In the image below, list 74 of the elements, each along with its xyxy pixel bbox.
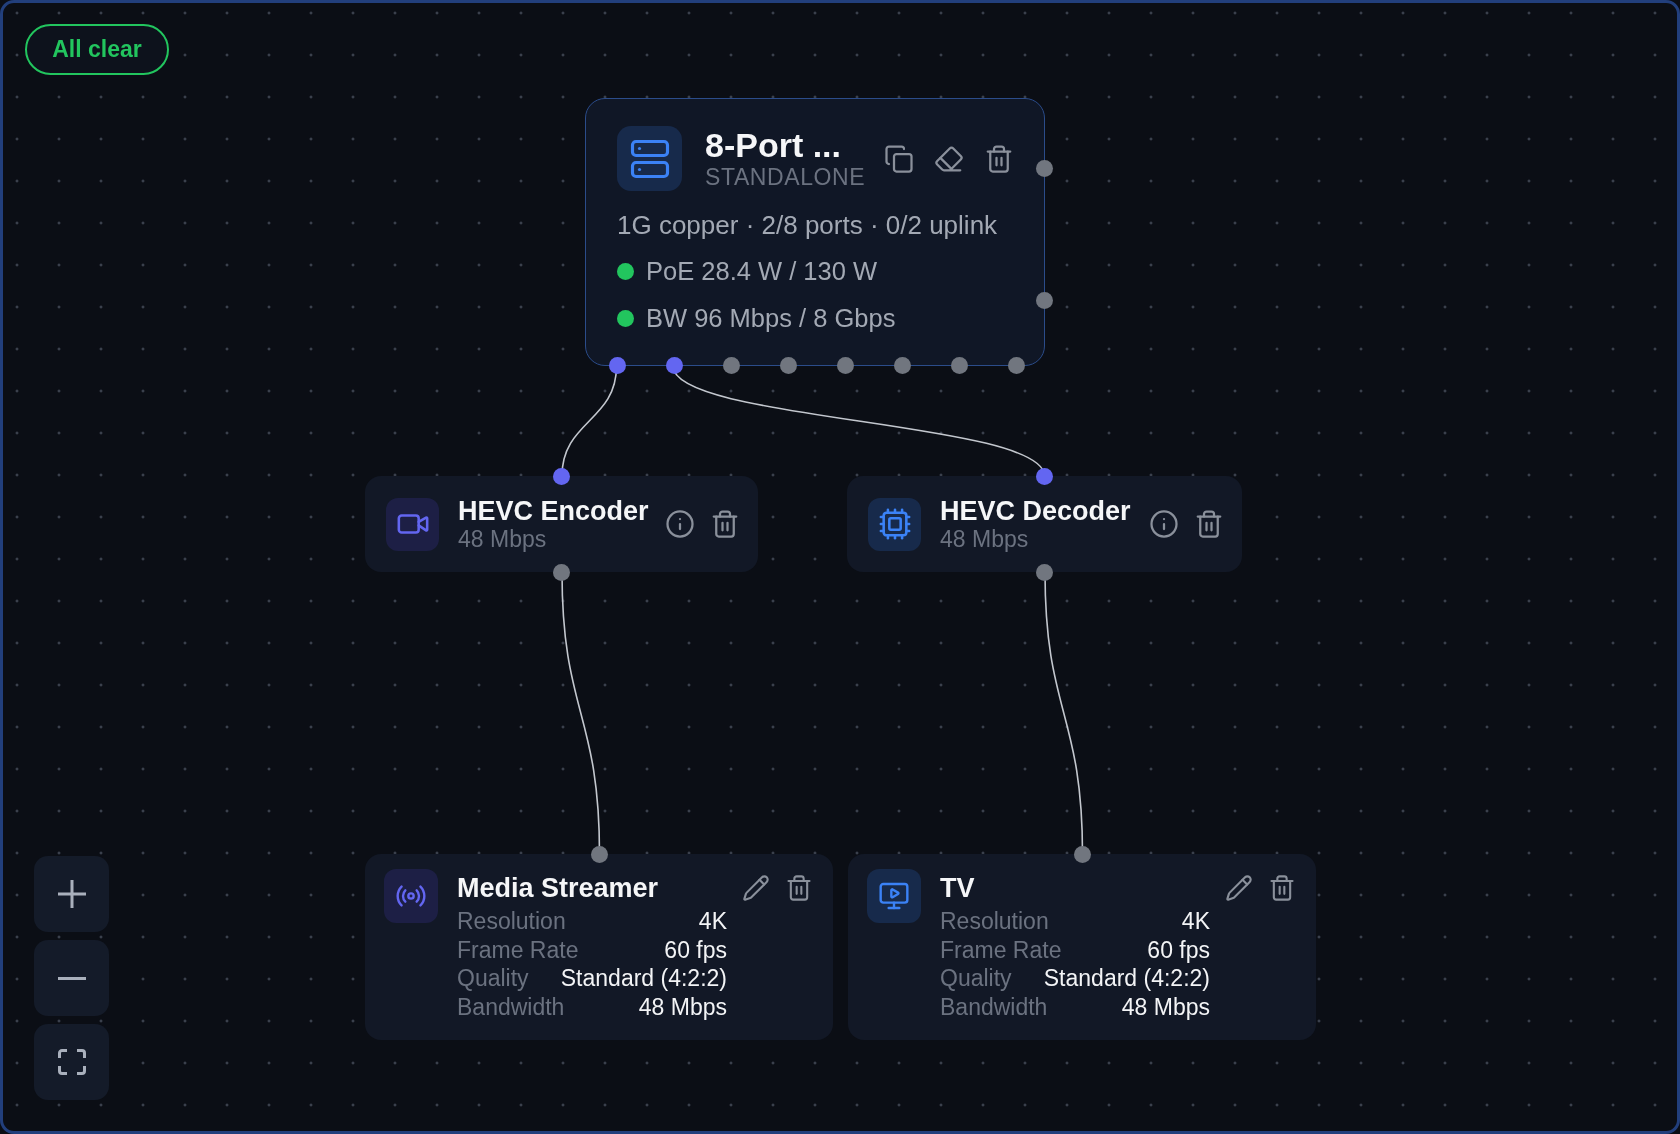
edit-button[interactable]	[1225, 874, 1253, 902]
chip-icon	[868, 497, 921, 551]
info-icon	[1149, 509, 1179, 539]
spec-label: Bandwidth	[457, 992, 565, 1021]
edit-button[interactable]	[742, 874, 770, 902]
video-camera-icon	[386, 497, 439, 551]
connection-handle[interactable]	[893, 356, 911, 374]
spec-label: Frame Rate	[457, 935, 579, 964]
meter-text: BW 96 Mbps / 8 Gbps	[646, 303, 896, 333]
spec-value: 60 fps	[664, 935, 727, 964]
spec-label: Resolution	[457, 907, 566, 936]
status-badge: All clear	[25, 24, 169, 75]
connection-handle[interactable]	[665, 356, 683, 374]
connection-handle[interactable]	[1036, 467, 1053, 485]
node-title: Media Streamer	[457, 873, 659, 903]
bitrate-text: 48 Mbps	[940, 526, 1029, 552]
pencil-icon	[742, 874, 770, 902]
delete-button[interactable]	[710, 509, 740, 539]
minus-icon	[57, 976, 86, 980]
connection-handle[interactable]	[1036, 563, 1053, 581]
spec-value: Standard (4:2:2)	[1043, 964, 1210, 993]
duplicate-button[interactable]	[884, 143, 914, 174]
connection-handle[interactable]	[1007, 356, 1025, 374]
server-icon	[617, 126, 682, 191]
info-icon	[665, 509, 695, 539]
connection-handle[interactable]	[608, 356, 626, 374]
info-button[interactable]	[1149, 509, 1179, 539]
spec-label: Quality	[457, 964, 529, 993]
connection-handle[interactable]	[779, 356, 797, 374]
trash-icon	[1268, 874, 1296, 902]
connection-handle[interactable]	[950, 356, 968, 374]
node-title: HEVC Encoder	[458, 496, 649, 526]
connection-handle[interactable]	[836, 356, 854, 374]
spec-value: 60 fps	[1147, 935, 1210, 964]
spec-label: Quality	[940, 964, 1012, 993]
connection-handle[interactable]	[1073, 845, 1091, 863]
monitor-play-icon	[867, 869, 921, 923]
spec-value: 4K	[698, 907, 727, 936]
spec-label: Resolution	[940, 907, 1049, 936]
zoom-in-button[interactable]	[34, 856, 109, 932]
connection-handle[interactable]	[590, 845, 608, 863]
frame-corners-icon	[57, 1049, 86, 1075]
spec-label: Bandwidth	[940, 992, 1048, 1021]
connection-handle[interactable]	[722, 356, 740, 374]
spec-value: Standard (4:2:2)	[560, 964, 727, 993]
spec-value: 4K	[1181, 907, 1210, 936]
connection-handle[interactable]	[1035, 291, 1053, 309]
node-title: 8-Port ...	[705, 126, 842, 164]
port-summary: 1G copper · 2/8 ports · 0/2 uplink	[617, 210, 998, 240]
broadcast-icon	[384, 869, 438, 923]
spec-value: 48 Mbps	[1121, 992, 1210, 1021]
copy-icon	[884, 143, 914, 174]
node-title: TV	[940, 873, 975, 903]
meter-text: PoE 28.4 W / 130 W	[646, 256, 878, 286]
connection-handle[interactable]	[553, 563, 570, 581]
node-title: HEVC Decoder	[940, 496, 1131, 526]
plus-icon	[57, 880, 86, 908]
trash-icon	[984, 143, 1014, 174]
spec-value: 48 Mbps	[638, 992, 727, 1021]
bitrate-text: 48 Mbps	[458, 526, 547, 552]
connection-handle[interactable]	[553, 467, 570, 485]
trash-icon	[785, 874, 813, 902]
connection-handle[interactable]	[1035, 159, 1053, 177]
delete-button[interactable]	[1268, 874, 1296, 902]
info-button[interactable]	[665, 509, 695, 539]
trash-icon	[710, 509, 740, 539]
delete-button[interactable]	[1194, 509, 1224, 539]
trash-icon	[1194, 509, 1224, 539]
delete-button[interactable]	[984, 143, 1014, 174]
pencil-icon	[1225, 874, 1253, 902]
node-subtitle: STANDALONE	[705, 164, 866, 191]
delete-button[interactable]	[785, 874, 813, 902]
fit-view-button[interactable]	[34, 1024, 109, 1100]
spec-label: Frame Rate	[940, 935, 1062, 964]
